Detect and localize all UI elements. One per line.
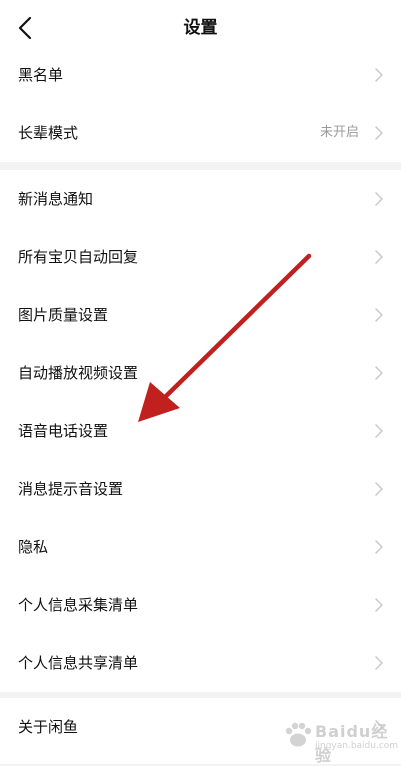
settings-item-personal-info-sharing[interactable]: 个人信息共享清单 [0,634,401,692]
chevron-right-icon [375,250,383,264]
chevron-left-icon [18,16,32,40]
back-button[interactable] [10,12,42,44]
settings-item-label: 个人信息共享清单 [18,654,139,672]
chevron-right-icon [375,424,383,438]
settings-item-voice-call[interactable]: 语音电话设置 [0,402,401,460]
chevron-right-icon [375,720,383,734]
settings-item-value: 未开启 [319,125,359,140]
settings-item-blacklist[interactable]: 黑名单 [0,46,401,104]
settings-item-label: 语音电话设置 [18,422,109,440]
settings-group-account: 黑名单 长辈模式 未开启 [0,46,401,162]
chevron-right-icon [375,68,383,82]
settings-item-label: 新消息通知 [18,190,94,208]
settings-item-label: 长辈模式 [18,124,79,142]
chevron-right-icon [375,126,383,140]
chevron-right-icon [375,192,383,206]
chevron-right-icon [375,308,383,322]
chevron-right-icon [375,540,383,554]
settings-item-label: 所有宝贝自动回复 [18,248,139,266]
settings-group-about: 关于闲鱼 [0,698,401,764]
settings-item-label: 图片质量设置 [18,306,109,324]
settings-group-general: 新消息通知 所有宝贝自动回复 图片质量设置 自动播放视频设置 语音电话设置 消息… [0,170,401,692]
chevron-right-icon [375,598,383,612]
settings-item-label: 个人信息采集清单 [18,596,139,614]
settings-item-about-xianyu[interactable]: 关于闲鱼 [0,698,401,756]
settings-item-message-sound[interactable]: 消息提示音设置 [0,460,401,518]
settings-item-new-message-notification[interactable]: 新消息通知 [0,170,401,228]
settings-item-label: 黑名单 [18,66,64,84]
settings-item-auto-reply[interactable]: 所有宝贝自动回复 [0,228,401,286]
settings-item-personal-info-collection[interactable]: 个人信息采集清单 [0,576,401,634]
chevron-right-icon [375,656,383,670]
settings-item-label: 关于闲鱼 [18,718,79,736]
settings-item-image-quality[interactable]: 图片质量设置 [0,286,401,344]
settings-item-label: 隐私 [18,538,49,556]
chevron-right-icon [375,366,383,380]
settings-item-label: 自动播放视频设置 [18,364,139,382]
settings-item-elder-mode[interactable]: 长辈模式 未开启 [0,104,401,162]
settings-item-autoplay-video[interactable]: 自动播放视频设置 [0,344,401,402]
settings-item-label: 消息提示音设置 [18,480,124,498]
settings-item-privacy[interactable]: 隐私 [0,518,401,576]
chevron-right-icon [375,482,383,496]
